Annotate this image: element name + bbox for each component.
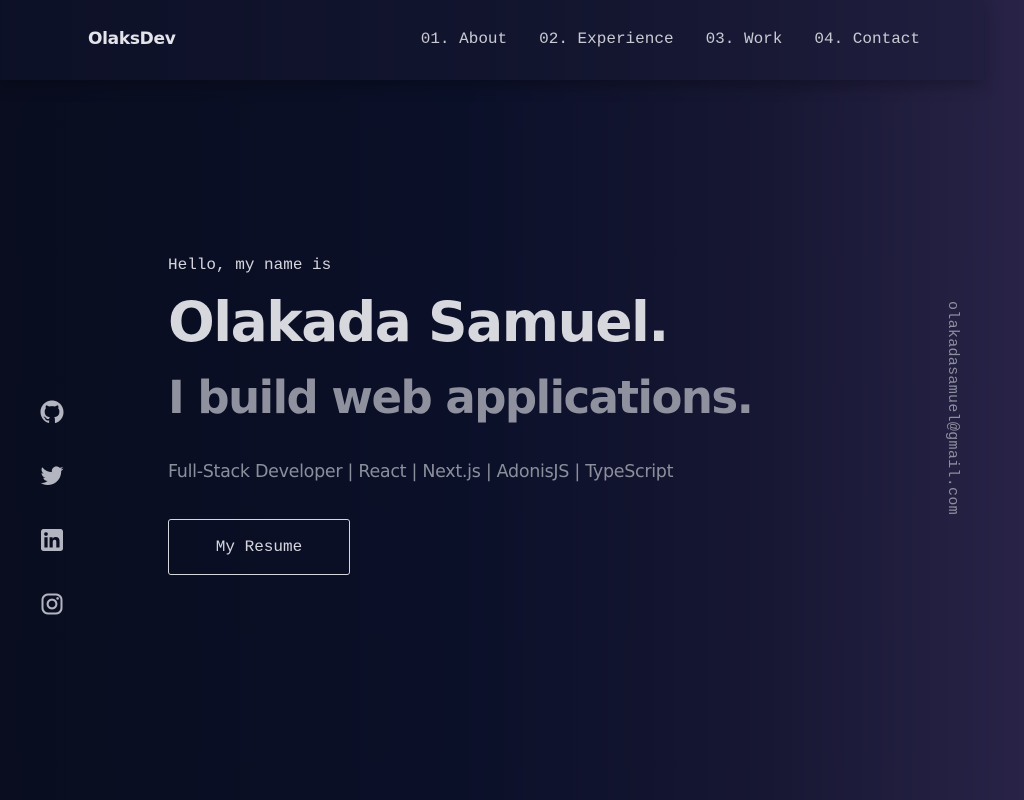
social-links [40, 400, 64, 616]
navbar: OlaksDev 01. About 02. Experience 03. Wo… [0, 0, 984, 80]
hero-name: Olakada Samuel. [168, 290, 669, 354]
github-icon[interactable] [40, 400, 64, 424]
greeting-text: Hello, my name is [168, 256, 332, 274]
nav-link-contact[interactable]: 04. Contact [814, 30, 920, 48]
hero-tagline: I build web applications. [168, 371, 754, 424]
nav-menu: 01. About 02. Experience 03. Work 04. Co… [421, 30, 920, 48]
twitter-icon[interactable] [40, 464, 64, 488]
site-logo[interactable]: OlaksDev [88, 29, 176, 49]
linkedin-icon[interactable] [40, 528, 64, 552]
nav-link-about[interactable]: 01. About [421, 30, 507, 48]
skills-text: Full-Stack Developer | React | Next.js |… [168, 462, 674, 482]
hero-section: Hello, my name is Olakada Samuel. I buil… [168, 256, 754, 575]
resume-button[interactable]: My Resume [168, 519, 350, 575]
instagram-icon[interactable] [40, 592, 64, 616]
nav-link-experience[interactable]: 02. Experience [539, 30, 673, 48]
nav-link-work[interactable]: 03. Work [706, 30, 783, 48]
email-link[interactable]: olakadasamuel@gmail.com [944, 301, 961, 515]
